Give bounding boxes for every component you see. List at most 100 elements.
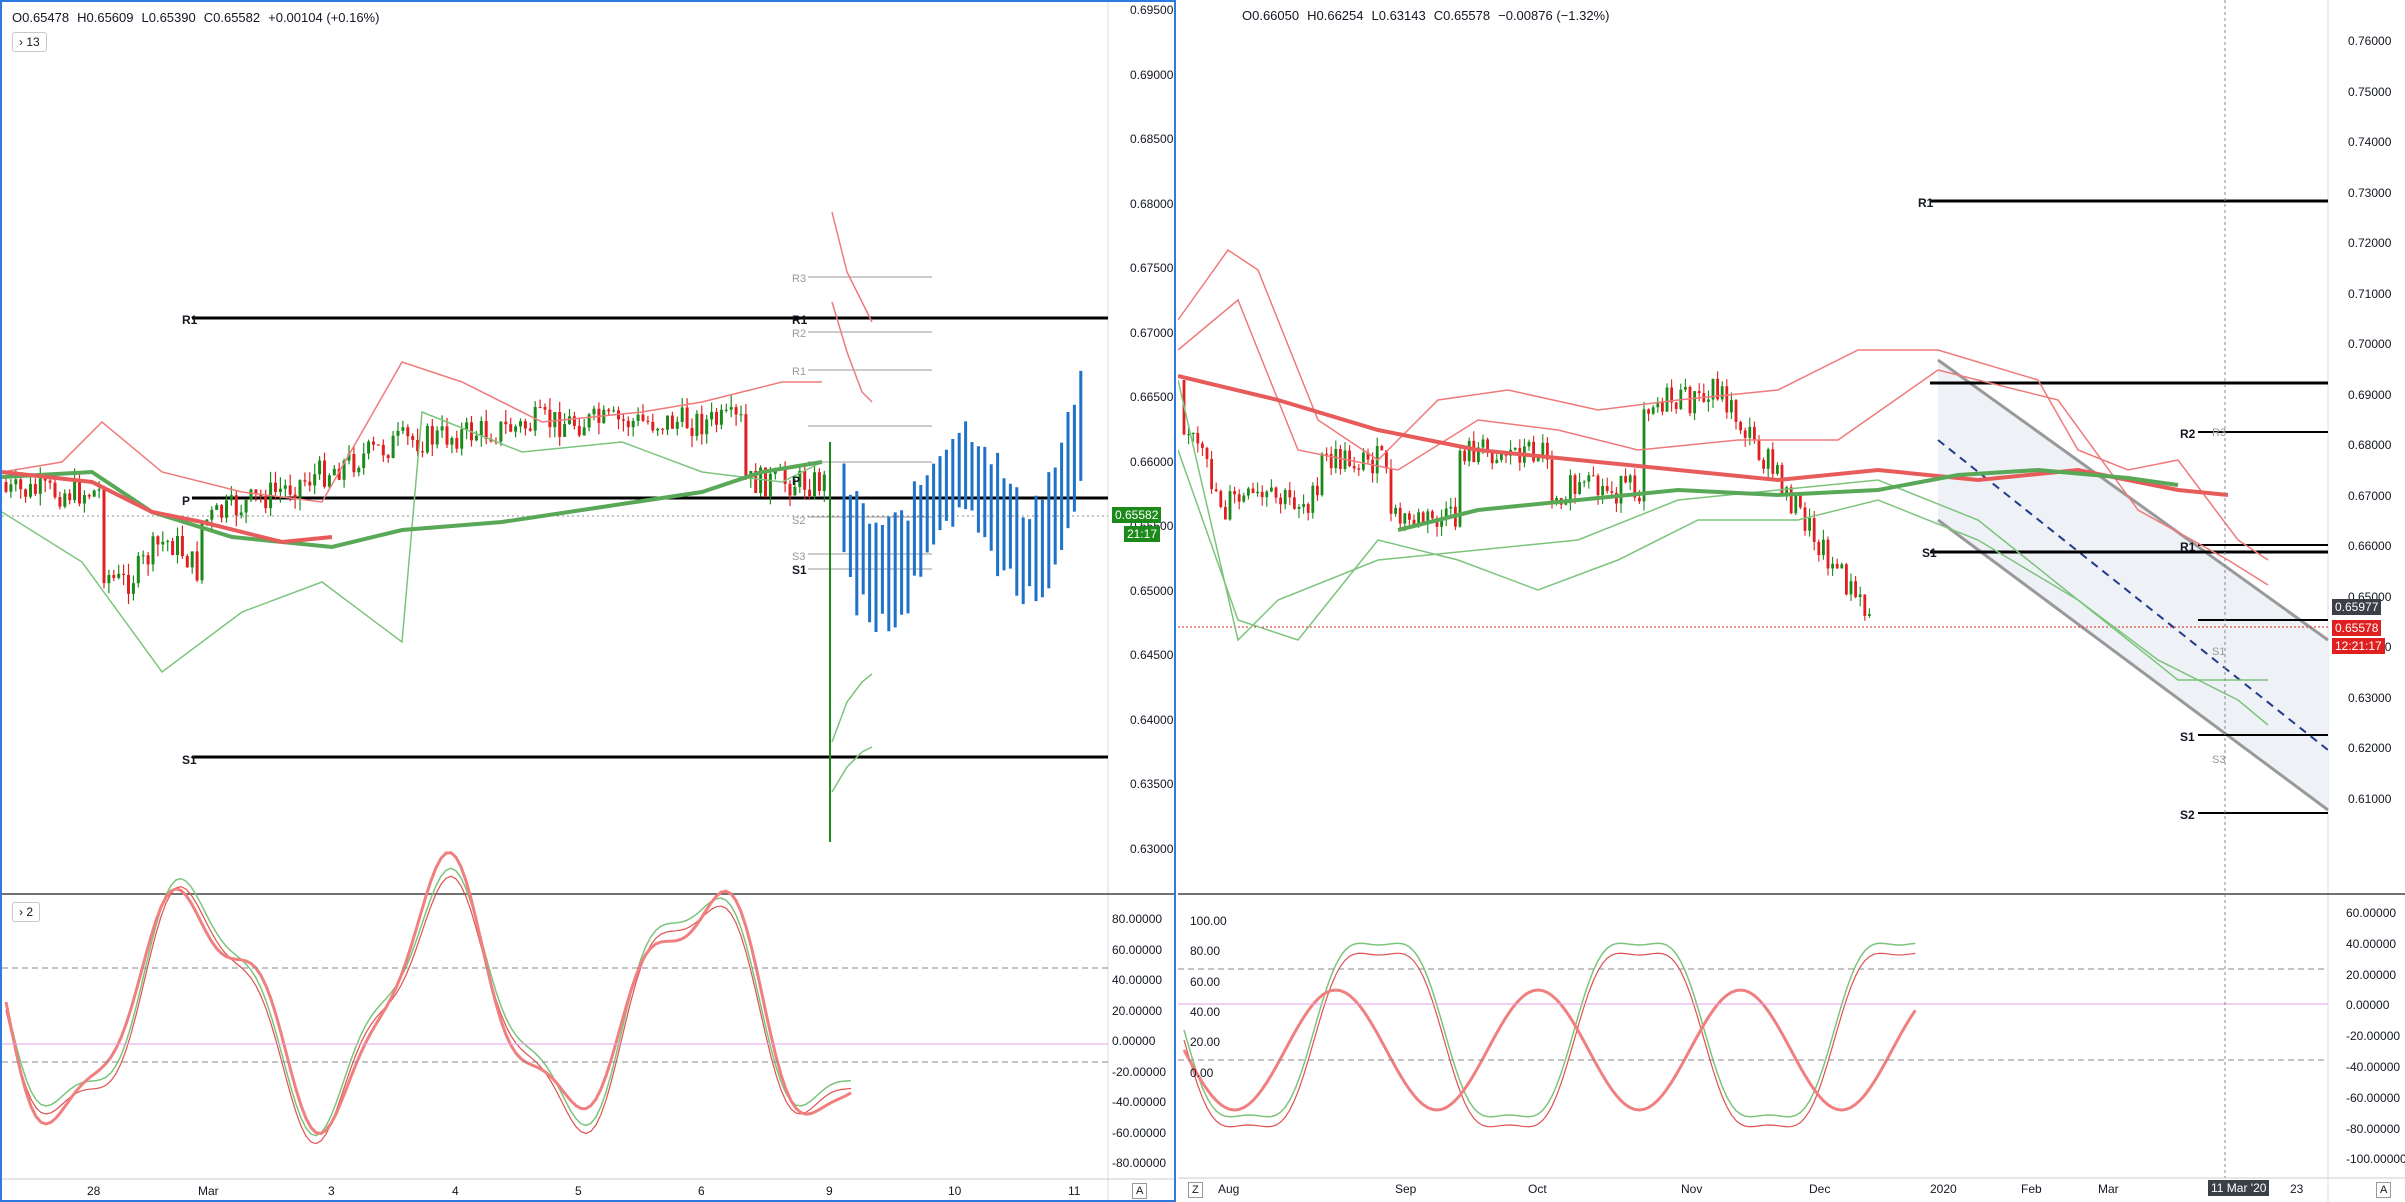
candle-body [244, 499, 248, 513]
candle-body [1757, 440, 1761, 460]
candle-body [1734, 400, 1738, 422]
left-level-r1: R1 [182, 313, 198, 327]
candle-body [460, 429, 464, 449]
candle-body [1651, 407, 1655, 414]
candle-body [239, 512, 243, 516]
candle-body [136, 555, 140, 584]
right-time-tick: 23 [2290, 1182, 2304, 1196]
candle-body [479, 421, 483, 436]
left-indicators-toggle[interactable]: › 13 [12, 32, 47, 52]
left-open: O0.65478 [12, 10, 70, 25]
left-level-s1b: S1 [792, 563, 807, 577]
right-auto-scale-button[interactable]: A [2376, 1182, 2392, 1198]
right-chart-pane[interactable]: O0.66050 H0.66254 L0.63143 C0.65578 −0.00876… [1178, 0, 2405, 1202]
left-level-s3: S3 [792, 551, 806, 563]
lower-band [2, 410, 823, 674]
candle-body [1398, 507, 1402, 524]
right-price-plot[interactable] [1178, 0, 2405, 1202]
candle-body [127, 574, 130, 594]
candle-body [357, 467, 361, 473]
regression-channel-fill [1938, 360, 2328, 810]
candle-body [445, 426, 449, 445]
candle-body [553, 412, 557, 428]
candle-body [195, 551, 199, 581]
right-osc-left-tick: 80.00 [1190, 944, 1221, 959]
right-osc-tick: -60.00000 [2346, 1090, 2401, 1105]
right-price-tick: 0.61000 [2348, 791, 2392, 806]
right-osc-tick: -100.00000 [2346, 1152, 2405, 1167]
right-level-s1b: S1 [2212, 646, 2226, 658]
right-ohlc-legend: O0.66050 H0.66254 L0.63143 C0.65578 −0.00876… [1242, 8, 1617, 23]
candle-body [705, 419, 709, 435]
candle-body [352, 453, 356, 473]
left-osc-tick: -80.00000 [1112, 1156, 1167, 1170]
candle-body [631, 420, 635, 428]
candle-body [803, 470, 807, 490]
left-osc-tick: 0.00000 [1112, 1034, 1156, 1048]
candle-body [817, 472, 821, 491]
candle-body [523, 421, 527, 429]
candle-body [690, 428, 694, 436]
candle-body [78, 479, 81, 504]
candle-body [514, 426, 518, 432]
left-time-tick: 11 [1068, 1184, 1081, 1198]
candle-body [1247, 488, 1250, 496]
spike-band-green [831, 673, 873, 743]
right-time-tick: Feb [2021, 1182, 2042, 1196]
left-osc-tick: 60.00000 [1112, 942, 1163, 957]
right-osc-tick: 60.00000 [2346, 906, 2397, 920]
candle-body [1748, 426, 1752, 438]
left-price-plot[interactable] [2, 2, 1174, 1200]
candle-body [14, 479, 18, 485]
candle-body [1868, 614, 1871, 616]
candle-body [1316, 485, 1319, 496]
candle-body [391, 435, 395, 459]
candle-body [474, 435, 478, 441]
candle-body [1334, 449, 1338, 469]
candle-body [156, 536, 160, 545]
candle-body [646, 420, 650, 422]
right-osc-tick: -80.00000 [2346, 1121, 2401, 1136]
candle-body [768, 473, 772, 497]
candle-body [793, 486, 797, 496]
candle-body [1799, 495, 1802, 508]
candle-body [122, 573, 126, 575]
candle-body [1665, 387, 1669, 412]
candle-body [636, 414, 640, 421]
candle-body [161, 541, 165, 545]
candle-body [1431, 511, 1434, 519]
candle-body [1274, 487, 1278, 498]
candle-body [1288, 490, 1292, 498]
candle-body [1311, 485, 1315, 513]
candle-body [724, 409, 728, 411]
right-osc-tick: -40.00000 [2346, 1060, 2401, 1074]
candle-body [1826, 539, 1830, 569]
right-z-button[interactable]: Z [1188, 1182, 1203, 1198]
left-low: L0.65390 [141, 10, 196, 25]
candle-body [1808, 518, 1811, 531]
candle-body [729, 407, 733, 410]
left-osc-toggle[interactable]: › 2 [12, 902, 41, 922]
candle-body [1449, 506, 1453, 509]
candle-body [1771, 449, 1775, 474]
candle-body [484, 421, 488, 439]
candle-body [234, 495, 238, 516]
candle-body [1647, 409, 1650, 414]
candle-body [1638, 497, 1641, 502]
candle-body [176, 535, 179, 556]
left-chart-pane[interactable]: O0.65478 H0.65609 L0.65390 C0.65582 +0.00104… [0, 0, 1176, 1202]
right-time-tick: Mar [2098, 1182, 2119, 1196]
candle-body [1408, 513, 1411, 520]
candle-body [435, 430, 439, 445]
left-level-r2: R2 [792, 328, 807, 340]
left-price-tick: 0.64000 [1130, 712, 1174, 727]
candle-body [607, 409, 611, 412]
right-osc-left-tick: 60.00 [1190, 974, 1221, 989]
left-osc-tick: 40.00000 [1112, 973, 1163, 987]
candle-body [1794, 495, 1798, 514]
left-level-r3: R3 [792, 273, 807, 285]
right-osc-left-tick: 40.00 [1190, 1004, 1221, 1019]
left-auto-scale-button[interactable]: A [1132, 1183, 1148, 1199]
candle-body [87, 495, 91, 497]
candle-body [1228, 491, 1232, 520]
